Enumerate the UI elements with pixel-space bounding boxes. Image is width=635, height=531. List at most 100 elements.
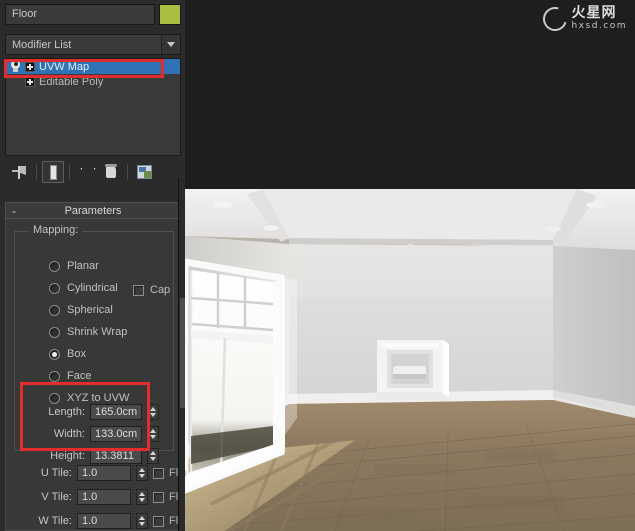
viewport-render[interactable] — [185, 178, 635, 531]
spinner-up-icon[interactable] — [150, 451, 156, 455]
viewport-scrollbar[interactable] — [178, 178, 185, 531]
radio-cylindrical[interactable]: Cylindrical — [49, 282, 118, 294]
width-input[interactable]: 133.0cm — [90, 426, 142, 442]
height-label: Height: — [50, 450, 85, 462]
height-spinner[interactable] — [147, 448, 159, 464]
toolbar-separator — [36, 164, 37, 180]
radio-button-icon[interactable] — [49, 348, 60, 360]
light-bulb-icon[interactable] — [10, 60, 21, 73]
radio-face[interactable]: Face — [49, 370, 91, 382]
toolbar-separator — [127, 164, 128, 180]
u-tile-input[interactable]: 1.0 — [77, 465, 131, 481]
mapping-group: Mapping: Planar Cylindrical Cap Spherica… — [14, 224, 174, 464]
width-row: Width: 133.0cm — [37, 426, 159, 442]
w-tile-input[interactable]: 1.0 — [77, 513, 131, 529]
object-name-row: Floor — [5, 4, 181, 25]
v-tile-label: V Tile: — [41, 491, 72, 503]
u-flip-checkbox[interactable] — [153, 467, 164, 479]
expand-plus-icon[interactable] — [25, 61, 35, 72]
radio-planar[interactable]: Planar — [49, 260, 99, 272]
height-input[interactable]: 13.3811 — [90, 448, 142, 464]
width-spinner[interactable] — [147, 426, 159, 442]
radio-button-icon[interactable] — [49, 370, 60, 382]
spinner-up-icon[interactable] — [139, 516, 145, 520]
watermark-brand: 火星网 — [571, 5, 617, 21]
width-label: Width: — [53, 428, 85, 440]
cap-checkbox-row[interactable]: Cap — [133, 284, 170, 296]
spinner-down-icon[interactable] — [150, 413, 156, 417]
pin-stack-icon — [12, 165, 28, 179]
make-unique-button[interactable] — [75, 161, 97, 183]
modifier-list-dropdown[interactable]: Modifier List — [5, 34, 181, 55]
collapse-icon[interactable]: - — [6, 204, 22, 218]
fireplace — [375, 340, 449, 400]
stack-item-label: UVW Map — [39, 60, 90, 73]
u-tile-label: U Tile: — [40, 467, 72, 479]
scrollbar-thumb[interactable] — [180, 298, 185, 408]
modifier-list-label: Modifier List — [12, 38, 72, 51]
length-spinner[interactable] — [147, 404, 159, 420]
w-tile-row: W Tile: 1.0 Flip — [28, 513, 187, 529]
show-end-result-button[interactable] — [42, 161, 64, 183]
command-panel: Floor Modifier List UVW Map Editable Pol… — [0, 0, 187, 531]
spinner-down-icon[interactable] — [139, 522, 145, 526]
parameters-body: Mapping: Planar Cylindrical Cap Spherica… — [5, 219, 187, 531]
spinner-down-icon[interactable] — [150, 457, 156, 461]
length-input[interactable]: 165.0cm — [90, 404, 142, 420]
radio-xyz-to-uvw[interactable]: XYZ to UVW — [49, 392, 129, 404]
radio-shrink-wrap[interactable]: Shrink Wrap — [49, 326, 127, 338]
mapping-group-label: Mapping: — [29, 224, 83, 236]
radio-spherical[interactable]: Spherical — [49, 304, 113, 316]
modifier-stack[interactable]: UVW Map Editable Poly — [5, 58, 181, 156]
remove-modifier-button[interactable] — [100, 161, 122, 183]
w-flip-checkbox[interactable] — [153, 515, 164, 527]
watermark-url: hxsd.com — [571, 21, 627, 31]
radio-button-icon[interactable] — [49, 304, 60, 316]
radio-button-icon[interactable] — [49, 282, 60, 294]
modifier-stack-toolbar — [0, 158, 185, 186]
toolbar-separator — [69, 164, 70, 180]
object-name-input[interactable]: Floor — [5, 4, 155, 25]
interior-room-render — [185, 178, 635, 531]
length-row: Length: 165.0cm — [37, 404, 159, 420]
stack-item-label: Editable Poly — [39, 75, 104, 88]
spinner-up-icon[interactable] — [150, 407, 156, 411]
v-tile-spinner[interactable] — [136, 489, 148, 505]
spinner-up-icon[interactable] — [139, 492, 145, 496]
expand-plus-icon[interactable] — [25, 76, 35, 87]
modifier-list-arrow-button[interactable] — [161, 35, 180, 54]
application-window: 火星网 hxsd.com Floor Modifier List UVW Map — [0, 0, 635, 531]
w-tile-label: W Tile: — [38, 515, 72, 527]
chevron-down-icon — [167, 42, 175, 47]
configure-modifier-sets-button[interactable] — [133, 161, 155, 183]
cap-checkbox[interactable] — [133, 284, 144, 296]
spinner-down-icon[interactable] — [150, 435, 156, 439]
radio-button-icon[interactable] — [49, 392, 60, 404]
u-tile-row: U Tile: 1.0 Flip — [28, 465, 187, 481]
object-color-swatch[interactable] — [159, 4, 181, 25]
stack-item-editable-poly[interactable]: Editable Poly — [6, 74, 180, 89]
radio-button-icon[interactable] — [49, 326, 60, 338]
spinner-down-icon[interactable] — [139, 474, 145, 478]
watermark: 火星网 hxsd.com — [539, 2, 627, 35]
radio-box[interactable]: Box — [49, 348, 86, 360]
v-tile-input[interactable]: 1.0 — [77, 489, 131, 505]
pin-stack-button[interactable] — [9, 161, 31, 183]
spinner-up-icon[interactable] — [150, 429, 156, 433]
u-tile-spinner[interactable] — [136, 465, 148, 481]
radio-button-icon[interactable] — [49, 260, 60, 272]
spinner-down-icon[interactable] — [139, 498, 145, 502]
v-tile-row: V Tile: 1.0 Flip — [28, 489, 187, 505]
parameters-title: Parameters — [64, 204, 122, 217]
cap-label: Cap — [150, 284, 171, 296]
make-unique-icon — [80, 168, 92, 177]
watermark-logo-icon — [539, 2, 572, 35]
parameters-rollout-header[interactable]: - Parameters — [5, 202, 181, 219]
height-row: Height: 13.3811 — [37, 448, 159, 464]
configure-modifier-sets-icon — [136, 165, 152, 179]
spinner-up-icon[interactable] — [139, 468, 145, 472]
w-tile-spinner[interactable] — [136, 513, 148, 529]
stack-item-uvw-map[interactable]: UVW Map — [6, 59, 180, 74]
v-flip-checkbox[interactable] — [153, 491, 164, 503]
remove-modifier-icon — [105, 164, 117, 178]
